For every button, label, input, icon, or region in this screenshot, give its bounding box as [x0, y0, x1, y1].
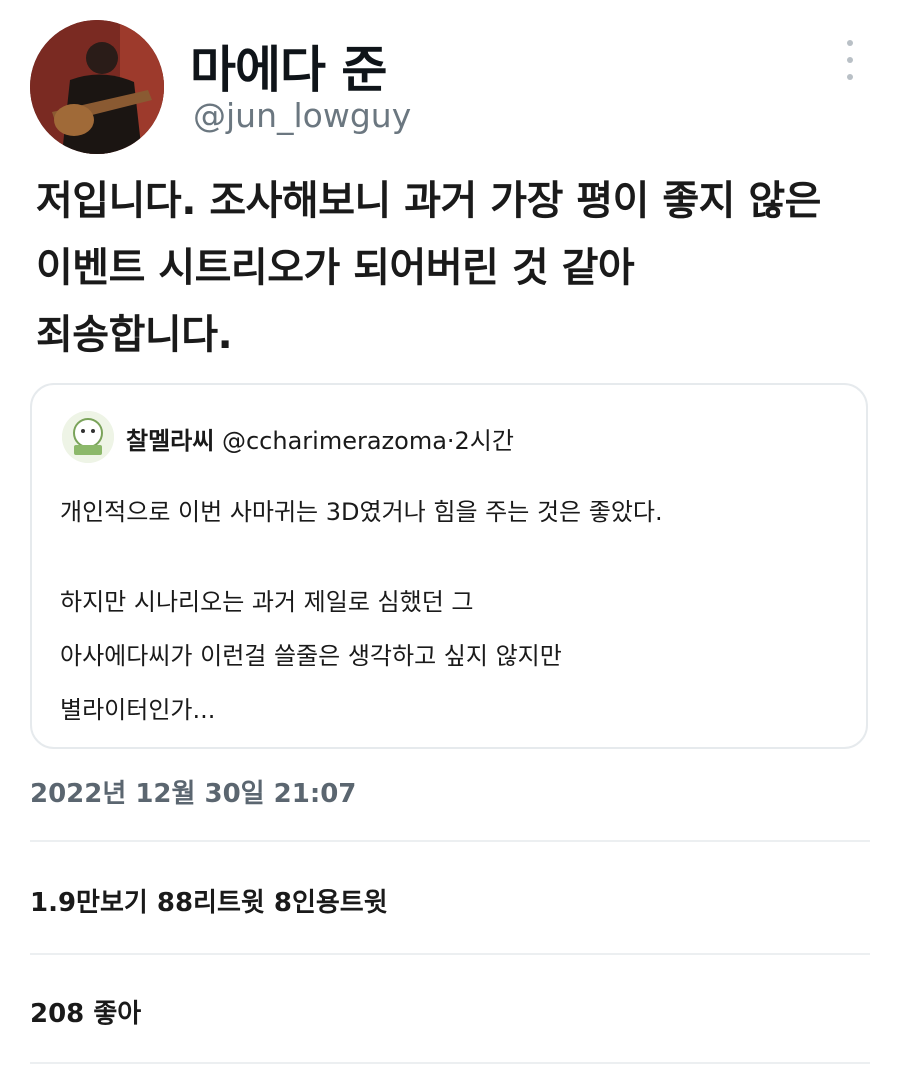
quoted-author-avatar [62, 411, 114, 463]
divider [30, 953, 870, 955]
quoted-body: 개인적으로 이번 사마귀는 3D였거나 힘을 주는 것은 좋았다. 하지만 시나… [60, 485, 663, 737]
quoted-handle-time: @ccharimerazoma·2시간 [221, 427, 514, 455]
tweet-timestamp[interactable]: 2022년 12월 30일 21:07 [30, 773, 356, 810]
quoted-text-line: 개인적으로 이번 사마귀는 3D였거나 힘을 주는 것은 좋았다. [60, 498, 663, 526]
quoted-text-line: 별라이터인가... [60, 696, 216, 724]
author-display-name[interactable]: 마에다 준 [190, 30, 387, 102]
quoted-header: 찰멜라씨 @ccharimerazoma·2시간 [126, 421, 514, 456]
tweet-text-line: 죄송합니다. [36, 312, 233, 358]
quoted-avatar-illustration [62, 411, 114, 463]
author-handle[interactable]: @jun_lowguy [193, 96, 411, 135]
quoted-text-line: 아사에다씨가 이런걸 쓸줄은 생각하고 싶지 않지만 [60, 642, 562, 670]
tweet-stats[interactable]: 1.9만보기 88리트윗 8인용트윗 [30, 882, 388, 919]
divider [30, 1062, 870, 1064]
quoted-author-name[interactable]: 찰멜라씨 [126, 427, 214, 455]
divider [30, 840, 870, 842]
quoted-text-line: 하지만 시나리오는 과거 제일로 심했던 그 [60, 588, 474, 616]
tweet-text-line: 이벤트 시트리오가 되어버린 것 같아 [36, 245, 635, 291]
avatar-photo [30, 20, 164, 154]
more-vertical-icon[interactable] [836, 40, 864, 80]
tweet-text-line: 저입니다. 조사해보니 과거 가장 평이 좋지 않은 [36, 178, 821, 224]
quoted-tweet-card[interactable]: 찰멜라씨 @ccharimerazoma·2시간 개인적으로 이번 사마귀는 3… [30, 383, 868, 749]
tweet-text: 저입니다. 조사해보니 과거 가장 평이 좋지 않은 이벤트 시트리오가 되어버… [36, 168, 876, 369]
author-avatar[interactable] [30, 20, 164, 154]
tweet-likes[interactable]: 208 좋아 [30, 993, 141, 1030]
